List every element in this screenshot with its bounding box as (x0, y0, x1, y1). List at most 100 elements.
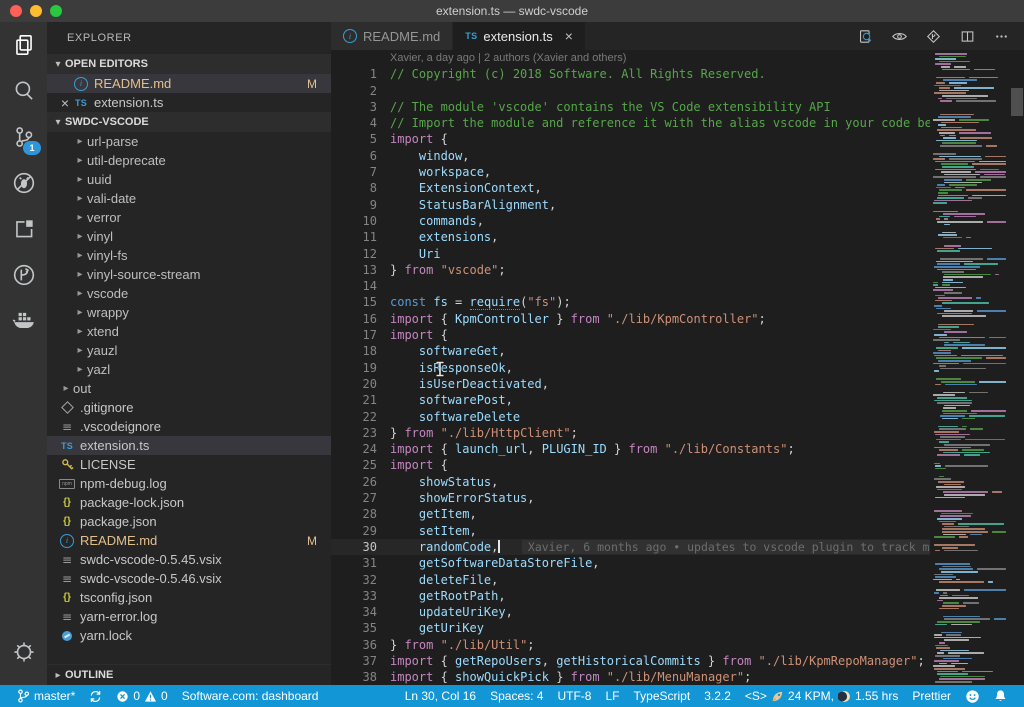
close-window-button[interactable] (10, 5, 22, 17)
tree-item-verror[interactable]: ▸verror (47, 208, 331, 227)
status-indentation[interactable]: Spaces: 4 (483, 685, 550, 707)
code-line-12[interactable]: 12 Uri (331, 246, 930, 262)
tree-item-vscode[interactable]: ▸vscode (47, 284, 331, 303)
tree-item-package.json[interactable]: {}package.json (47, 512, 331, 531)
status-problems[interactable]: 00 (109, 685, 174, 707)
tree-item-vinyl-source-stream[interactable]: ▸vinyl-source-stream (47, 265, 331, 284)
code-line-38[interactable]: 38import { showQuickPick } from "./lib/M… (331, 669, 930, 685)
code-line-4[interactable]: 4// Import the module and reference it w… (331, 115, 930, 131)
code-line-14[interactable]: 14 (331, 278, 930, 294)
code-line-8[interactable]: 8 ExtensionContext, (331, 180, 930, 196)
code-line-10[interactable]: 10 commands, (331, 213, 930, 229)
status-ts-version[interactable]: 3.2.2 (697, 685, 738, 707)
code-line-13[interactable]: 13} from "vscode"; (331, 262, 930, 278)
activity-explorer-button[interactable] (0, 22, 47, 68)
project-section-header[interactable]: ▾ SWDC-VSCODE (47, 112, 331, 132)
code-line-17[interactable]: 17import { (331, 327, 930, 343)
close-tab-icon[interactable]: × (565, 28, 573, 44)
tree-item-package-lock.json[interactable]: {}package-lock.json (47, 493, 331, 512)
code-line-2[interactable]: 2 (331, 83, 930, 99)
tree-item-README.md[interactable]: iREADME.mdM (47, 531, 331, 550)
code-line-6[interactable]: 6 window, (331, 148, 930, 164)
status-kpm-status[interactable]: <S>24 KPM,1.55 hrs (738, 685, 905, 707)
gitlens-blame-annotation[interactable]: Xavier, a day ago | 2 authors (Xavier an… (331, 50, 930, 66)
tree-item-yarn-error.log[interactable]: ≡yarn-error.log (47, 607, 331, 626)
tree-item-uuid[interactable]: ▸uuid (47, 170, 331, 189)
tree-item-vinyl-fs[interactable]: ▸vinyl-fs (47, 246, 331, 265)
tab-README.md[interactable]: iREADME.md (331, 22, 453, 50)
code-line-22[interactable]: 22 softwareDelete (331, 409, 930, 425)
outline-header[interactable]: ▸ OUTLINE (47, 664, 331, 685)
tree-item-swdc-vscode-0.5.46.vsix[interactable]: ≡swdc-vscode-0.5.46.vsix (47, 569, 331, 588)
status-software-dashboard[interactable]: Software.com: dashboard (175, 685, 326, 707)
tree-item-yauzl[interactable]: ▸yauzl (47, 341, 331, 360)
code-line-7[interactable]: 7 workspace, (331, 164, 930, 180)
activity-debug-button[interactable] (0, 160, 47, 206)
code-line-37[interactable]: 37import { getRepoUsers, getHistoricalCo… (331, 653, 930, 669)
open-editor-README.md[interactable]: iREADME.mdM (47, 74, 331, 93)
code-line-34[interactable]: 34 updateUriKey, (331, 604, 930, 620)
code-line-1[interactable]: 1// Copyright (c) 2018 Software. All Rig… (331, 66, 930, 82)
code-line-16[interactable]: 16import { KpmController } from "./lib/K… (331, 311, 930, 327)
title-bar[interactable]: extension.ts — swdc-vscode (0, 0, 1024, 22)
activity-docker-button[interactable] (0, 298, 47, 344)
code-line-9[interactable]: 9 StatusBarAlignment, (331, 197, 930, 213)
tree-item-wrappy[interactable]: ▸wrappy (47, 303, 331, 322)
tree-item-npm-debug.log[interactable]: npmnpm-debug.log (47, 474, 331, 493)
tree-item-tsconfig.json[interactable]: {}tsconfig.json (47, 588, 331, 607)
activity-gitlens-button[interactable] (0, 252, 47, 298)
tree-item-.gitignore[interactable]: .gitignore (47, 398, 331, 417)
code-line-19[interactable]: 19 isResponseOk, (331, 360, 930, 376)
more-actions-button[interactable] (993, 28, 1010, 45)
search-in-file-button[interactable] (857, 28, 874, 45)
code-line-33[interactable]: 33 getRootPath, (331, 588, 930, 604)
status-sync[interactable] (82, 685, 109, 707)
split-editor-button[interactable] (959, 28, 976, 45)
gitlens-button[interactable] (925, 28, 942, 45)
toggle-file-blame-button[interactable] (891, 28, 908, 45)
minimize-window-button[interactable] (30, 5, 42, 17)
code-line-29[interactable]: 29 setItem, (331, 523, 930, 539)
code-line-20[interactable]: 20 isUserDeactivated, (331, 376, 930, 392)
tree-item-out[interactable]: ▸out (47, 379, 331, 398)
status-prettier[interactable]: Prettier (905, 685, 958, 707)
code-line-18[interactable]: 18 softwareGet, (331, 343, 930, 359)
zoom-window-button[interactable] (50, 5, 62, 17)
tree-item-vali-date[interactable]: ▸vali-date (47, 189, 331, 208)
minimap[interactable] (930, 50, 1010, 685)
code-line-23[interactable]: 23} from "./lib/HttpClient"; (331, 425, 930, 441)
code-line-24[interactable]: 24import { launch_url, PLUGIN_ID } from … (331, 441, 930, 457)
status-feedback[interactable] (958, 685, 987, 707)
code-line-25[interactable]: 25import { (331, 457, 930, 473)
tree-item-url-parse[interactable]: ▸url-parse (47, 132, 331, 151)
status-language-mode[interactable]: TypeScript (626, 685, 697, 707)
code-line-5[interactable]: 5import { (331, 131, 930, 147)
status-cursor-position[interactable]: Ln 30, Col 16 (398, 685, 483, 707)
editor[interactable]: Xavier, a day ago | 2 authors (Xavier an… (331, 50, 1024, 685)
tree-item-swdc-vscode-0.5.45.vsix[interactable]: ≡swdc-vscode-0.5.45.vsix (47, 550, 331, 569)
close-editor-icon[interactable]: × (57, 96, 73, 110)
status-git-branch[interactable]: master* (10, 685, 82, 707)
code-line-15[interactable]: 15const fs = require("fs"); (331, 294, 930, 310)
code-line-3[interactable]: 3// The module 'vscode' contains the VS … (331, 99, 930, 115)
code-line-21[interactable]: 21 softwarePost, (331, 392, 930, 408)
activity-search-button[interactable] (0, 68, 47, 114)
status-eol[interactable]: LF (598, 685, 626, 707)
code-line-31[interactable]: 31 getSoftwareDataStoreFile, (331, 555, 930, 571)
code-line-27[interactable]: 27 showErrorStatus, (331, 490, 930, 506)
code-line-36[interactable]: 36} from "./lib/Util"; (331, 637, 930, 653)
activity-settings-button[interactable] (0, 629, 47, 675)
tree-item-vinyl[interactable]: ▸vinyl (47, 227, 331, 246)
open-editor-extension.ts[interactable]: ×TSextension.ts (47, 93, 331, 112)
activity-extensions-button[interactable] (0, 206, 47, 252)
tree-item-.vscodeignore[interactable]: ≡.vscodeignore (47, 417, 331, 436)
tree-item-util-deprecate[interactable]: ▸util-deprecate (47, 151, 331, 170)
tree-item-LICENSE[interactable]: LICENSE (47, 455, 331, 474)
code-line-11[interactable]: 11 extensions, (331, 229, 930, 245)
tree-item-extension.ts[interactable]: TSextension.ts (47, 436, 331, 455)
tree-item-yazl[interactable]: ▸yazl (47, 360, 331, 379)
tree-item-xtend[interactable]: ▸xtend (47, 322, 331, 341)
code-line-28[interactable]: 28 getItem, (331, 506, 930, 522)
status-encoding[interactable]: UTF-8 (550, 685, 598, 707)
code-line-26[interactable]: 26 showStatus, (331, 474, 930, 490)
